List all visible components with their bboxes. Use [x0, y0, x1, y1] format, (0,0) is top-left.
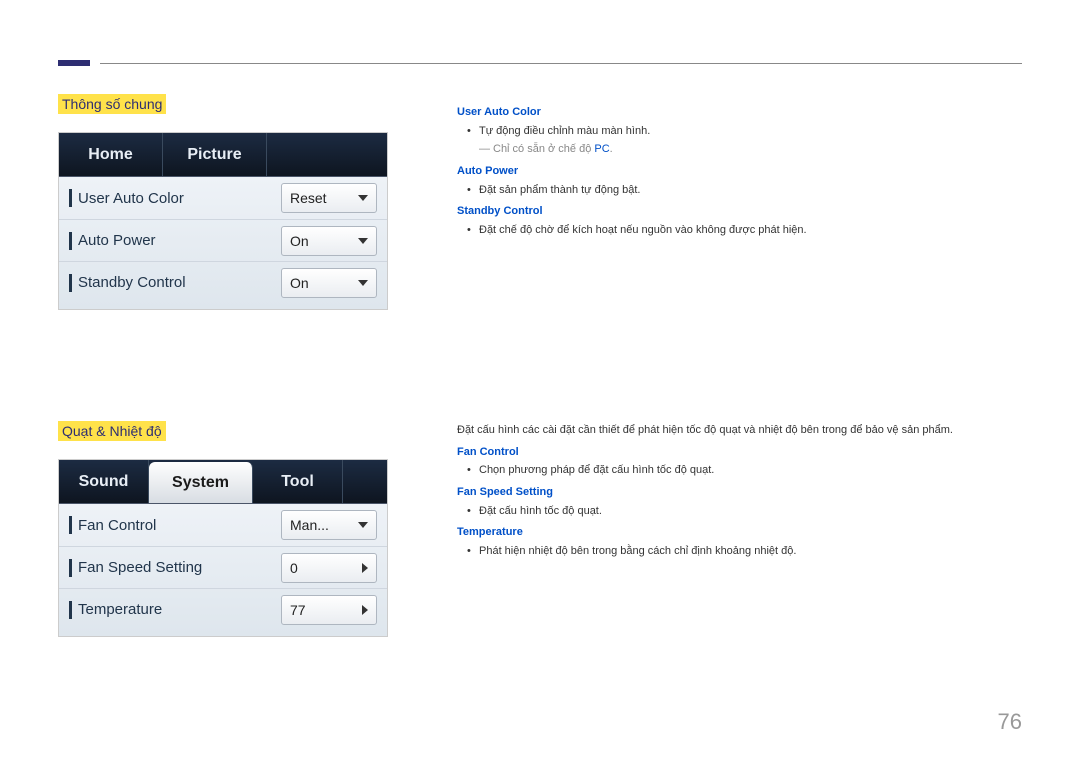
tab-spacer [343, 460, 387, 503]
intro-fan-temp: Đặt cấu hình các cài đặt cần thiết để ph… [457, 421, 1017, 440]
dropdown-auto-power[interactable]: On [281, 226, 377, 256]
chevron-down-icon [358, 280, 368, 286]
row-user-auto-color: User Auto Color Reset [59, 177, 387, 219]
head-temperature: Temperature [457, 523, 1017, 542]
chevron-down-icon [358, 238, 368, 244]
page-number: 76 [998, 709, 1022, 735]
tab-picture[interactable]: Picture [163, 133, 267, 176]
row-fan-control: Fan Control Man... [59, 504, 387, 546]
label-temperature: Temperature [69, 601, 281, 619]
section-title-general: Thông số chung [58, 94, 166, 114]
section-fan-temp: Quạt & Nhiệt độ Sound System Tool Fan Co… [58, 421, 398, 637]
tab-home[interactable]: Home [59, 133, 163, 176]
dropdown-fan-control[interactable]: Man... [281, 510, 377, 540]
bullet-fan-control: Chọn phương pháp để đặt cấu hình tốc độ … [457, 461, 1017, 480]
head-fan-control: Fan Control [457, 443, 1017, 462]
note-pc-only: Chỉ có sẵn ở chế độ PC. [457, 140, 1017, 159]
tabs-fan-temp: Sound System Tool [59, 460, 387, 504]
chevron-down-icon [358, 522, 368, 528]
label-standby-control: Standby Control [69, 274, 281, 292]
stepper-fan-speed[interactable]: 0 [281, 553, 377, 583]
bullet-standby-control: Đặt chế độ chờ để kích hoạt nếu nguồn và… [457, 221, 1017, 240]
tabs-general: Home Picture [59, 133, 387, 177]
head-fan-speed: Fan Speed Setting [457, 483, 1017, 502]
bullet-fan-speed: Đặt cấu hình tốc độ quạt. [457, 502, 1017, 521]
bullet-auto-power: Đặt sản phẩm thành tự động bật. [457, 181, 1017, 200]
ui-panel-general: Home Picture User Auto Color Reset Auto … [58, 132, 388, 310]
head-standby-control: Standby Control [457, 202, 1017, 221]
row-fan-speed: Fan Speed Setting 0 [59, 546, 387, 588]
head-user-auto-color: User Auto Color [457, 103, 1017, 122]
section-general: Thông số chung Home Picture User Auto Co… [58, 94, 398, 310]
stepper-temperature[interactable]: 77 [281, 595, 377, 625]
label-fan-control: Fan Control [69, 516, 281, 534]
row-temperature: Temperature 77 [59, 588, 387, 630]
tab-spacer [267, 133, 387, 176]
section-title-fan-temp: Quạt & Nhiệt độ [58, 421, 166, 441]
dropdown-standby-control[interactable]: On [281, 268, 377, 298]
header-rule [100, 63, 1022, 64]
row-auto-power: Auto Power On [59, 219, 387, 261]
header-accent [58, 60, 90, 66]
chevron-right-icon [362, 563, 368, 573]
label-auto-power: Auto Power [69, 232, 281, 250]
tab-system[interactable]: System [149, 462, 253, 503]
label-fan-speed: Fan Speed Setting [69, 559, 281, 577]
label-user-auto-color: User Auto Color [69, 189, 281, 207]
rows-general: User Auto Color Reset Auto Power On Stan… [59, 177, 387, 309]
bullet-temperature: Phát hiện nhiệt độ bên trong bằng cách c… [457, 542, 1017, 561]
description-fan-temp: Đặt cấu hình các cài đặt cần thiết để ph… [457, 421, 1017, 561]
tab-sound[interactable]: Sound [59, 460, 149, 503]
head-auto-power: Auto Power [457, 162, 1017, 181]
tab-tool[interactable]: Tool [253, 460, 343, 503]
dropdown-user-auto-color[interactable]: Reset [281, 183, 377, 213]
chevron-right-icon [362, 605, 368, 615]
description-general: User Auto Color Tự động điều chỉnh màu m… [457, 100, 1017, 240]
rows-fan-temp: Fan Control Man... Fan Speed Setting 0 T… [59, 504, 387, 636]
ui-panel-fan-temp: Sound System Tool Fan Control Man... Fan… [58, 459, 388, 637]
bullet-user-auto-color: Tự động điều chỉnh màu màn hình. [457, 122, 1017, 141]
row-standby-control: Standby Control On [59, 261, 387, 303]
chevron-down-icon [358, 195, 368, 201]
